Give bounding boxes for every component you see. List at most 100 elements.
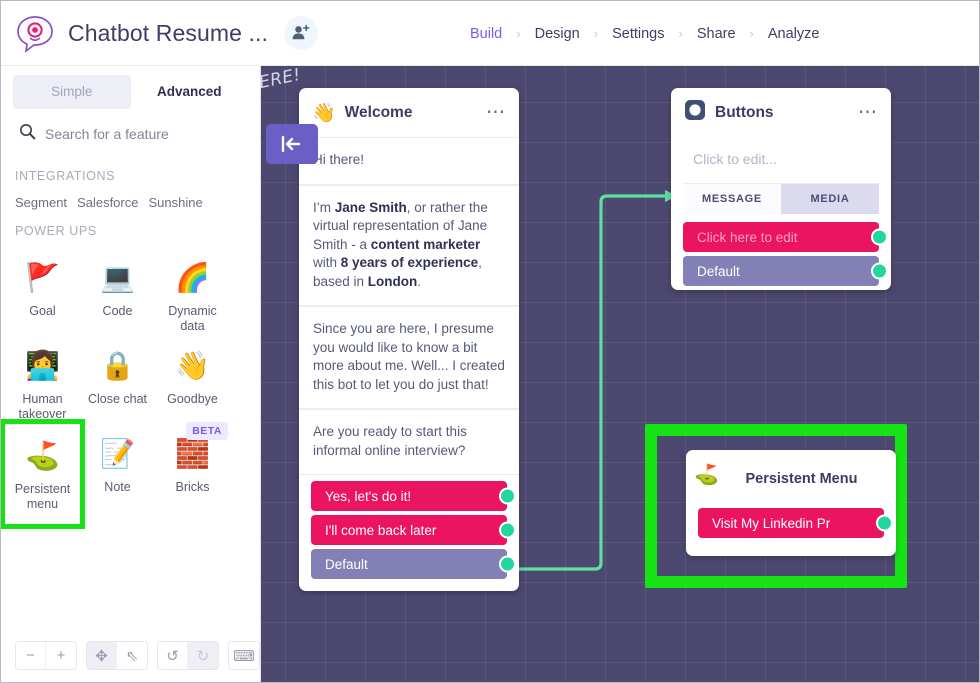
card-header: 👋 Welcome ⋯: [299, 88, 519, 137]
flow-canvas[interactable]: ERE! 👋 Welcome ⋯ Hi there! I’m Jane Smit…: [261, 66, 979, 682]
handwritten-note: ERE!: [261, 66, 303, 94]
tab-advanced[interactable]: Advanced: [131, 75, 249, 109]
history-group: ↺ ↻: [157, 641, 219, 670]
media-type-tabs: MESSAGE MEDIA: [683, 184, 879, 214]
integration-segment[interactable]: Segment: [15, 195, 67, 210]
tab-media[interactable]: MEDIA: [781, 184, 879, 214]
page-title: Chatbot Resume ...: [68, 19, 268, 46]
zoom-in-icon[interactable]: +: [46, 642, 76, 669]
powerup-label: Persistent menu: [14, 482, 71, 511]
connector-handle[interactable]: [871, 262, 888, 280]
sidebar-tabs: Simple Advanced: [1, 66, 260, 109]
square-block-icon: [684, 99, 706, 127]
add-person-icon[interactable]: [283, 16, 318, 50]
message-bubble[interactable]: Hi there!: [299, 138, 519, 184]
connector-handle[interactable]: [499, 487, 516, 505]
powerup-goal[interactable]: 🚩 Goal: [5, 252, 80, 340]
person-at-laptop-icon: 👩‍💻: [25, 350, 60, 381]
button-label: Default: [325, 556, 368, 572]
menu-item-linkedin[interactable]: Visit My Linkedin Pr: [698, 508, 893, 538]
powerup-label: Code: [102, 304, 133, 318]
card-title: Buttons: [715, 103, 774, 121]
powerup-label: Goodbye: [167, 392, 218, 406]
powerup-dynamic-data[interactable]: 🌈 Dynamic data: [155, 252, 230, 340]
powerup-close-chat[interactable]: 🔒 Close chat: [80, 340, 155, 428]
quick-replies: Yes, let's do it! I'll come back later D…: [299, 475, 519, 591]
cursor-mode-group: ✥ ⇖: [86, 641, 148, 670]
message-bubble[interactable]: Are you ready to start this informal onl…: [299, 410, 519, 474]
integration-salesforce[interactable]: Salesforce: [77, 195, 138, 210]
nav-item-build[interactable]: Build: [456, 26, 516, 42]
keyboard-shortcuts-icon[interactable]: ⌨: [229, 642, 259, 669]
main-nav: Build › Design › Settings › Share › Anal…: [456, 1, 833, 66]
pointer-cursor-icon[interactable]: ⇖: [117, 642, 147, 669]
integrations-list: Segment Salesforce Sunshine: [1, 183, 260, 210]
persistent-menu-node-card[interactable]: ⛳ Persistent Menu Visit My Linkedin Pr: [686, 450, 896, 556]
pan-move-icon[interactable]: ✥: [87, 642, 117, 669]
chatbot-bubble-logo-icon: [14, 12, 56, 54]
button-label: Visit My Linkedin Pr: [712, 515, 831, 531]
quick-reply-yes[interactable]: Yes, let's do it!: [311, 481, 516, 511]
quick-replies: Click here to edit Default: [671, 222, 891, 286]
keyboard-group: ⌨: [228, 641, 260, 670]
powerups-grid: 🚩 Goal 💻 Code 🌈 Dynamic data 👩‍💻 Human t…: [1, 238, 260, 529]
more-options-icon[interactable]: ⋯: [858, 103, 878, 122]
menu-items: Visit My Linkedin Pr: [686, 508, 896, 556]
tab-message[interactable]: MESSAGE: [683, 184, 781, 214]
button-label: Default: [697, 263, 740, 279]
redo-icon[interactable]: ↻: [188, 642, 218, 669]
powerup-label: Dynamic data: [168, 304, 217, 333]
powerup-goodbye[interactable]: 👋 Goodbye: [155, 340, 230, 428]
message-bubble[interactable]: I’m Jane Smith, or rather the virtual re…: [299, 185, 519, 305]
powerup-label: Bricks: [175, 480, 210, 494]
powerup-bricks[interactable]: BETA 🧱 Bricks: [155, 422, 230, 524]
card-title: Welcome: [344, 103, 413, 121]
zoom-out-icon[interactable]: −: [16, 642, 46, 669]
powerup-label: Note: [104, 480, 131, 494]
card-header: Buttons ⋯: [671, 88, 891, 137]
nav-item-analyze[interactable]: Analyze: [754, 26, 834, 42]
nav-item-design[interactable]: Design: [521, 26, 594, 42]
button-label: Click here to edit: [697, 229, 798, 245]
button-click-here-to-edit[interactable]: Click here to edit: [683, 222, 888, 252]
app-window: Chatbot Resume ... Build › Design › Sett…: [0, 0, 980, 683]
connector-handle[interactable]: [871, 228, 888, 246]
lock-icon: 🔒: [100, 350, 135, 381]
waving-hand-icon: 👋: [175, 350, 210, 381]
quick-reply-later[interactable]: I'll come back later: [311, 515, 516, 545]
nav-item-settings[interactable]: Settings: [598, 26, 678, 42]
button-label: I'll come back later: [325, 522, 437, 538]
connector-handle[interactable]: [876, 514, 893, 532]
left-sidebar: Simple Advanced INTEGRATIONS Segment Sal…: [1, 66, 261, 682]
red-flag-icon: 🚩: [25, 262, 60, 293]
connector-handle[interactable]: [499, 521, 516, 539]
connector-handle[interactable]: [499, 555, 516, 573]
flag-in-hole-icon: ⛳: [25, 440, 60, 471]
buttons-node-card[interactable]: Buttons ⋯ Click to edit... MESSAGE MEDIA…: [671, 88, 891, 290]
search-input[interactable]: [45, 126, 235, 142]
powerup-label: Human takeover: [18, 392, 67, 421]
laptop-icon: 💻: [100, 262, 135, 293]
powerup-code[interactable]: 💻 Code: [80, 252, 155, 340]
search-bar[interactable]: [1, 109, 260, 155]
message-bubble[interactable]: Since you are here, I presume you would …: [299, 307, 519, 408]
integration-sunshine[interactable]: Sunshine: [148, 195, 202, 210]
card-title: Persistent Menu: [745, 471, 858, 487]
powerups-heading: POWER UPS: [15, 224, 97, 238]
message-edit-placeholder[interactable]: Click to edit...: [683, 137, 879, 184]
quick-reply-default[interactable]: Default: [311, 549, 516, 579]
canvas-toolbar: − + ✥ ⇖ ↺ ↻ ⌨: [15, 641, 260, 670]
powerup-label: Goal: [29, 304, 56, 318]
more-options-icon[interactable]: ⋯: [486, 103, 506, 122]
welcome-node-card[interactable]: 👋 Welcome ⋯ Hi there! I’m Jane Smith, or…: [299, 88, 519, 591]
powerup-human-takeover[interactable]: 👩‍💻 Human takeover: [5, 340, 80, 428]
memo-icon: 📝: [100, 438, 135, 469]
message-list: Hi there! I’m Jane Smith, or rather the …: [299, 137, 519, 475]
button-default[interactable]: Default: [683, 256, 888, 286]
powerup-persistent-menu[interactable]: ⛳ Persistent menu: [1, 419, 85, 529]
nav-item-share[interactable]: Share: [683, 26, 750, 42]
undo-icon[interactable]: ↺: [158, 642, 188, 669]
collapse-panel-icon[interactable]: [266, 124, 318, 164]
powerup-note[interactable]: 📝 Note: [80, 428, 155, 524]
tab-simple[interactable]: Simple: [13, 75, 131, 109]
